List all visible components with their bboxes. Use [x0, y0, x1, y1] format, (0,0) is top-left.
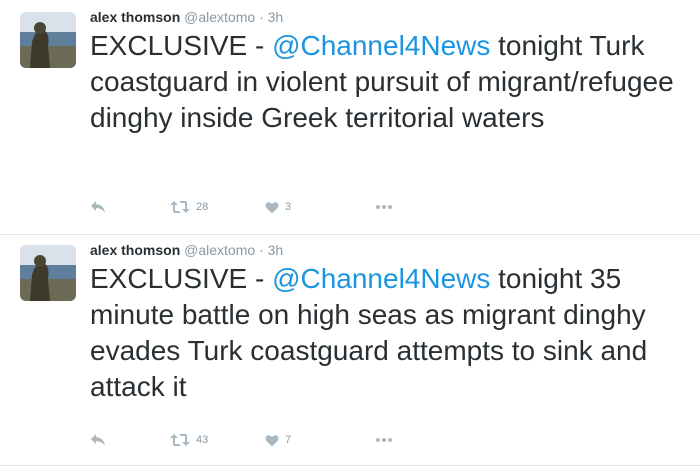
more-button[interactable] [375, 430, 393, 450]
separator-dot: · [259, 9, 264, 25]
tweet-actions: 28 3 [90, 197, 490, 217]
more-icon [376, 205, 392, 209]
tweet[interactable]: alex thomson @alextomo · 3h EXCLUSIVE - … [0, 234, 700, 468]
mention-link[interactable]: @Channel4News [272, 263, 490, 294]
more-icon [376, 438, 392, 442]
tweet-actions: 43 7 [90, 430, 490, 450]
retweet-button[interactable]: 28 [170, 197, 208, 217]
heart-icon [265, 434, 279, 446]
tweet-text-prefix: EXCLUSIVE - [90, 263, 273, 294]
like-button[interactable]: 7 [265, 430, 291, 450]
like-count: 3 [285, 201, 292, 213]
more-button[interactable] [375, 197, 393, 217]
author-handle[interactable]: @alextomo [184, 242, 255, 258]
retweet-count: 43 [196, 434, 209, 446]
tweet-header: alex thomson @alextomo · 3h [90, 8, 283, 26]
retweet-button[interactable]: 43 [170, 430, 208, 450]
reply-button[interactable] [90, 197, 106, 217]
retweet-icon [170, 201, 190, 213]
tweet-text-prefix: EXCLUSIVE - [90, 30, 273, 61]
author-name[interactable]: alex thomson [90, 242, 180, 258]
timeline: alex thomson @alextomo · 3h EXCLUSIVE - … [0, 0, 700, 468]
avatar[interactable] [20, 245, 76, 301]
reply-icon [91, 201, 105, 213]
tweet-header: alex thomson @alextomo · 3h [90, 241, 283, 259]
divider [0, 465, 700, 466]
timestamp[interactable]: 3h [268, 242, 284, 258]
heart-icon [265, 201, 279, 213]
separator-dot: · [259, 242, 264, 258]
tweet-text: EXCLUSIVE - @Channel4News tonight Turk c… [90, 28, 690, 136]
like-button[interactable]: 3 [265, 197, 291, 217]
timestamp[interactable]: 3h [268, 9, 284, 25]
like-count: 7 [285, 434, 292, 446]
retweet-icon [170, 434, 190, 446]
reply-icon [91, 434, 105, 446]
author-name[interactable]: alex thomson [90, 9, 180, 25]
tweet-text: EXCLUSIVE - @Channel4News tonight 35 min… [90, 261, 690, 405]
avatar[interactable] [20, 12, 76, 68]
mention-link[interactable]: @Channel4News [272, 30, 490, 61]
retweet-count: 28 [196, 201, 209, 213]
author-handle[interactable]: @alextomo [184, 9, 255, 25]
reply-button[interactable] [90, 430, 106, 450]
tweet[interactable]: alex thomson @alextomo · 3h EXCLUSIVE - … [0, 0, 700, 234]
